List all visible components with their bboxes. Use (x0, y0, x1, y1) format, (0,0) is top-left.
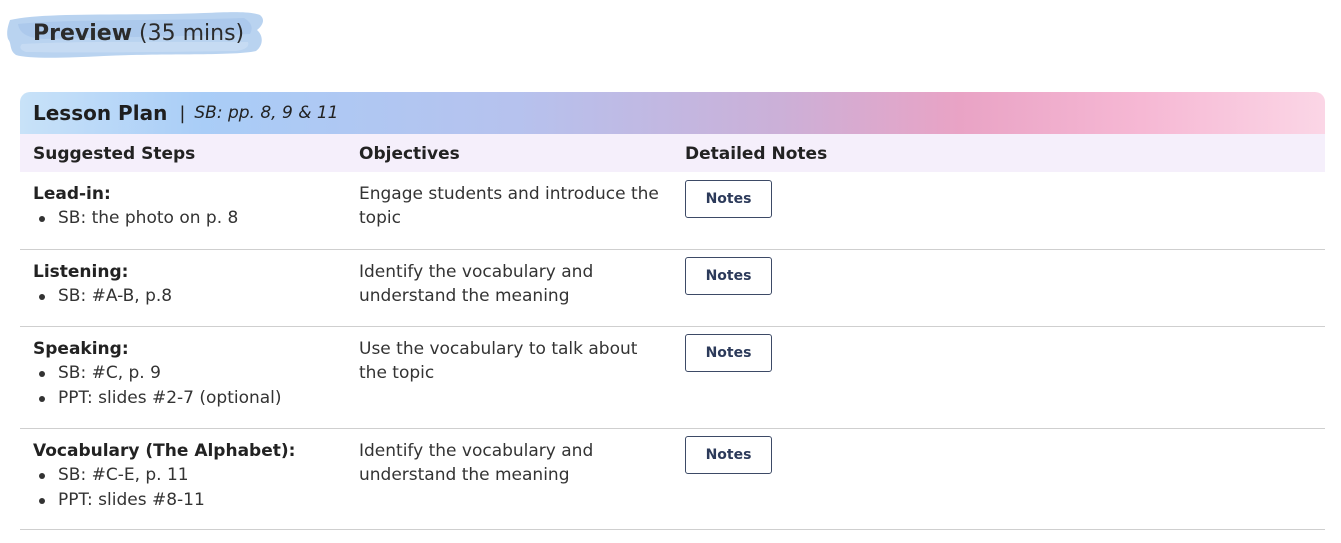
sb-reference: SB: pp. 8, 9 & 11 (194, 103, 339, 123)
list-item: SB: #C, p. 9 (39, 361, 353, 386)
column-header-objectives: Objectives (359, 144, 460, 164)
list-item: PPT: slides #2-7 (optional) (39, 386, 353, 411)
table-row: Vocabulary (The Alphabet): SB: #C-E, p. … (20, 429, 1325, 530)
step-list: SB: the photo on p. 8 (33, 206, 353, 231)
objective-cell: Identify the vocabulary and understand t… (359, 262, 594, 306)
list-item: PPT: slides #8-11 (39, 488, 353, 513)
preview-title: Preview (35 mins) (33, 20, 244, 48)
table-row: Listening: SB: #A-B, p.8 Identify the vo… (20, 250, 1325, 327)
table-row: Speaking: SB: #C, p. 9 PPT: slides #2-7 … (20, 327, 1325, 429)
objective-cell: Identify the vocabulary and understand t… (359, 441, 594, 485)
step-title: Listening: (33, 262, 129, 282)
objective-cell: Use the vocabulary to talk about the top… (359, 339, 638, 383)
notes-button[interactable]: Notes (685, 257, 772, 295)
column-header-notes: Detailed Notes (685, 144, 828, 164)
step-list: SB: #A-B, p.8 (33, 284, 353, 309)
preview-label: Preview (33, 21, 133, 46)
step-title: Speaking: (33, 339, 129, 359)
column-header-row: Suggested Steps Objectives Detailed Note… (20, 134, 1325, 172)
lesson-plan-header: Lesson Plan | SB: pp. 8, 9 & 11 (20, 92, 1325, 134)
lesson-plan-title: Lesson Plan (33, 101, 168, 125)
step-cell: Vocabulary (The Alphabet): SB: #C-E, p. … (33, 439, 353, 513)
step-cell: Listening: SB: #A-B, p.8 (33, 260, 353, 309)
preview-duration: (35 mins) (139, 21, 245, 46)
list-item: SB: #C-E, p. 11 (39, 463, 353, 488)
header-separator: | (179, 102, 186, 124)
column-header-steps: Suggested Steps (33, 144, 196, 164)
step-list: SB: #C-E, p. 11 PPT: slides #8-11 (33, 463, 353, 513)
preview-badge: Preview (35 mins) (4, 6, 268, 64)
notes-button[interactable]: Notes (685, 436, 772, 474)
table-row: Lead-in: SB: the photo on p. 8 Engage st… (20, 172, 1325, 250)
notes-button[interactable]: Notes (685, 180, 772, 218)
step-list: SB: #C, p. 9 PPT: slides #2-7 (optional) (33, 361, 353, 411)
list-item: SB: the photo on p. 8 (39, 206, 353, 231)
list-item: SB: #A-B, p.8 (39, 284, 353, 309)
step-title: Vocabulary (The Alphabet): (33, 441, 296, 461)
step-title: Lead-in: (33, 184, 111, 204)
lesson-plan-card: Lesson Plan | SB: pp. 8, 9 & 11 Suggeste… (20, 92, 1325, 530)
step-cell: Lead-in: SB: the photo on p. 8 (33, 182, 353, 231)
objective-cell: Engage students and introduce the topic (359, 184, 659, 228)
step-cell: Speaking: SB: #C, p. 9 PPT: slides #2-7 … (33, 337, 353, 411)
notes-button[interactable]: Notes (685, 334, 772, 372)
